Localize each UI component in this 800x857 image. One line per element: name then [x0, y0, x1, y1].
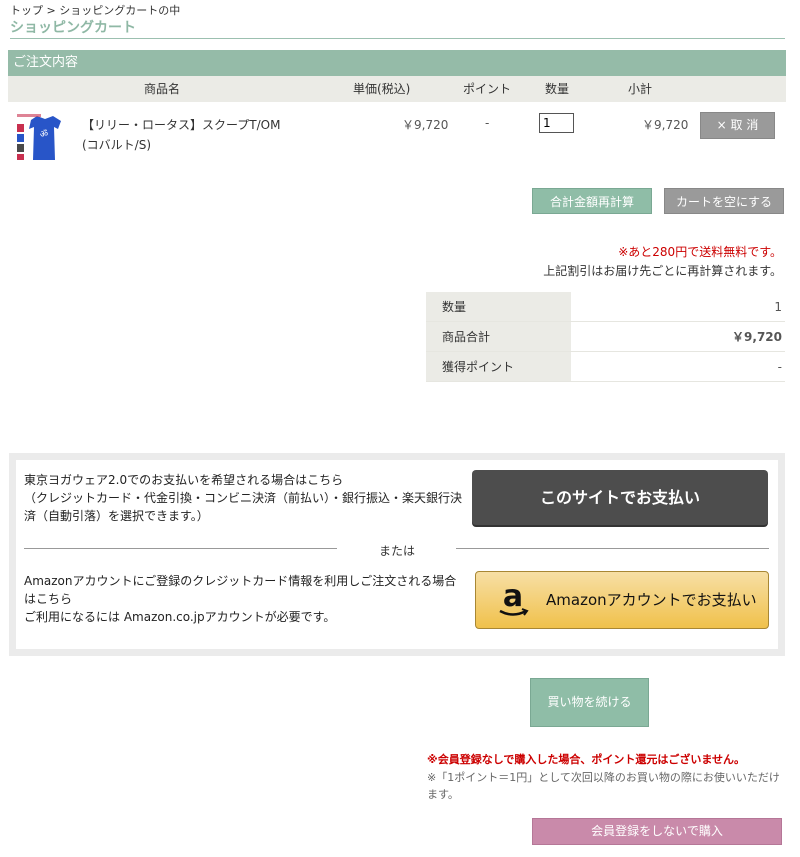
summary-label: 獲得ポイント	[426, 351, 571, 382]
header-point: ポイント	[463, 82, 512, 96]
continue-shopping-button[interactable]: 買い物を続ける	[530, 678, 649, 727]
product-variant: (コバルト/S)	[82, 138, 152, 152]
summary-row-points: 獲得ポイント -	[426, 351, 785, 382]
header-quantity: 数量	[545, 82, 570, 96]
breadcrumb: トップ > ショッピングカートの中	[10, 4, 181, 17]
guest-points-warning: ※会員登録なしで購入した場合、ポイント還元はございません。	[427, 753, 746, 766]
summary-label: 数量	[426, 292, 571, 322]
site-payment-line2: （クレジットカード・代金引換・コンビニ決済（前払い）・銀行振込・楽天銀行決済（自…	[24, 491, 463, 523]
header-subtotal: 小計	[628, 82, 653, 96]
free-shipping-note: ※あと280円で送料無料です。	[618, 245, 782, 259]
points-usage-note: ※「1ポイント＝1円」として次回以降のお買い物の際にお使いいただけます。	[427, 771, 780, 801]
cart-table-header: 商品名 単価(税込) ポイント 数量 小計	[8, 76, 786, 102]
svg-text:ॐ: ॐ	[40, 129, 48, 140]
cart-summary-table: 数量 1 商品合計 ￥9,720 獲得ポイント -	[426, 292, 785, 382]
summary-value: ￥9,720	[571, 321, 785, 352]
summary-row-total: 商品合計 ￥9,720	[426, 321, 785, 352]
site-payment-line1: 東京ヨガウェア2.0でのお支払いを希望される場合はこちら	[24, 473, 344, 487]
amazon-pay-button[interactable]: a Amazonアカウントでお支払い	[475, 571, 769, 629]
product-name[interactable]: 【リリー・ロータス】スクープT/OM (コバルト/S)	[82, 115, 280, 155]
item-point: -	[485, 116, 490, 130]
amazon-payment-description: Amazonアカウントにご登録のクレジットカード情報を利用しご注文される場合はこ…	[24, 572, 464, 626]
page-title: ショッピングカート	[10, 20, 136, 36]
amazon-payment-line1: Amazonアカウントにご登録のクレジットカード情報を利用しご注文される場合はこ…	[24, 574, 457, 606]
amazon-logo-icon: a	[499, 580, 529, 616]
header-product: 商品名	[144, 82, 181, 96]
cancel-item-button[interactable]: × 取 消	[700, 112, 775, 139]
svg-text:a: a	[503, 580, 523, 614]
summary-value: 1	[571, 292, 785, 322]
site-payment-description: 東京ヨガウェア2.0でのお支払いを希望される場合はこちら （クレジットカード・代…	[24, 471, 464, 525]
summary-value: -	[571, 351, 785, 382]
or-divider-right	[456, 548, 769, 549]
recalc-note: 上記割引はお届け先ごとに再計算されます。	[543, 264, 782, 278]
summary-label: 商品合計	[426, 321, 571, 352]
recalculate-button[interactable]: 合計金額再計算	[532, 188, 652, 214]
product-name-line1[interactable]: 【リリー・ロータス】スクープT/OM	[82, 115, 280, 135]
header-unit-price: 単価(税込)	[353, 82, 411, 96]
item-unit-price: ￥9,720	[402, 118, 449, 132]
empty-cart-button[interactable]: カートを空にする	[664, 188, 784, 214]
summary-row-quantity: 数量 1	[426, 292, 785, 322]
item-subtotal: ￥9,720	[642, 118, 689, 132]
amazon-pay-label: Amazonアカウントでお支払い	[546, 591, 757, 609]
amazon-payment-line2: ご利用になるには Amazon.co.jpアカウントが必要です。	[24, 610, 336, 624]
or-divider-left	[24, 548, 337, 549]
title-divider	[10, 38, 785, 39]
guest-purchase-button[interactable]: 会員登録をしないで購入	[532, 818, 782, 845]
product-thumbnail[interactable]: ॐ	[15, 112, 67, 164]
order-section-header: ご注文内容	[8, 50, 786, 76]
or-label: または	[379, 544, 416, 558]
pay-on-site-button[interactable]: このサイトでお支払い	[472, 470, 768, 525]
quantity-input[interactable]	[539, 113, 574, 133]
